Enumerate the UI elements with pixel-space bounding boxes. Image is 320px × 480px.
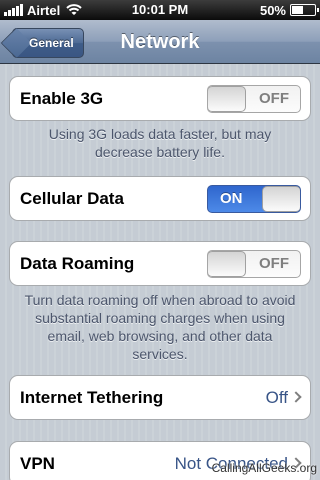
navigation-bar: Network General xyxy=(0,20,320,64)
toggle-state: OFF xyxy=(259,90,289,107)
cellular-data-toggle[interactable]: ON xyxy=(207,185,301,213)
internet-tethering-value: Off xyxy=(265,388,288,407)
chevron-right-icon xyxy=(290,391,302,403)
status-bar: Airtel 10:01 PM 50% xyxy=(0,0,320,20)
enable-3g-label: Enable 3G xyxy=(20,89,104,108)
toggle-state: ON xyxy=(220,190,243,207)
back-button[interactable]: General xyxy=(12,28,84,58)
data-roaming-note: Turn data roaming off when abroad to avo… xyxy=(24,292,296,362)
vpn-label: VPN xyxy=(20,454,55,473)
enable-3g-note: Using 3G loads data faster, but may decr… xyxy=(48,126,272,160)
status-right: 50% xyxy=(259,2,319,18)
cellular-data-cell: Cellular Data ON xyxy=(9,176,311,221)
toggle-knob xyxy=(208,251,246,277)
internet-tethering-label: Internet Tethering xyxy=(20,388,164,407)
battery-icon xyxy=(290,4,319,16)
battery-percent: 50% xyxy=(259,2,286,18)
internet-tethering-cell[interactable]: Internet Tethering Off xyxy=(9,375,311,420)
toggle-knob xyxy=(208,86,246,112)
battery-fill xyxy=(292,6,303,14)
data-roaming-cell: Data Roaming OFF xyxy=(9,241,311,286)
cellular-data-label: Cellular Data xyxy=(20,189,124,208)
enable-3g-toggle[interactable]: OFF xyxy=(207,85,301,113)
enable-3g-cell: Enable 3G OFF xyxy=(9,76,311,121)
watermark: CallingAllGeeks.org xyxy=(211,461,317,475)
data-roaming-toggle[interactable]: OFF xyxy=(207,250,301,278)
toggle-state: OFF xyxy=(259,255,289,272)
back-button-label: General xyxy=(29,36,74,50)
data-roaming-label: Data Roaming xyxy=(20,254,135,273)
toggle-knob xyxy=(262,186,300,212)
